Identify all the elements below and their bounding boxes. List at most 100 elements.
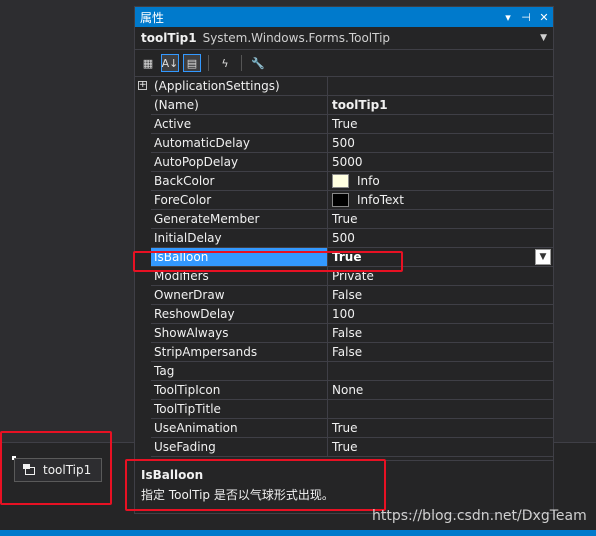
property-value[interactable]: False <box>328 343 553 362</box>
property-value-text: True <box>332 117 358 131</box>
property-name: OwnerDraw <box>151 286 328 305</box>
row-gutter <box>135 438 151 457</box>
categorized-icon[interactable]: ▦ <box>139 54 157 72</box>
object-type: System.Windows.Forms.ToolTip <box>202 31 391 45</box>
property-value-text: 500 <box>332 136 355 150</box>
property-row[interactable]: InitialDelay 500 <box>135 229 553 248</box>
property-value[interactable]: None <box>328 381 553 400</box>
property-value-text: toolTip1 <box>332 98 388 112</box>
row-gutter <box>135 400 151 419</box>
property-value-text: True <box>332 440 358 454</box>
row-gutter <box>135 343 151 362</box>
property-value-text: None <box>332 383 364 397</box>
property-name: (Name) <box>151 96 328 115</box>
property-value[interactable]: toolTip1 <box>328 96 553 115</box>
property-value[interactable]: InfoText <box>328 191 553 210</box>
row-gutter <box>135 419 151 438</box>
pin-icon[interactable]: ⊣ <box>517 11 535 24</box>
property-value[interactable]: Info <box>328 172 553 191</box>
row-gutter <box>135 153 151 172</box>
property-value[interactable]: 100 <box>328 305 553 324</box>
highlight-description <box>125 459 386 511</box>
property-row[interactable]: Active True <box>135 115 553 134</box>
window-position-icon[interactable]: ▾ <box>499 11 517 24</box>
alphabetical-icon[interactable]: A↓ <box>161 54 179 72</box>
property-name: BackColor <box>151 172 328 191</box>
property-value[interactable] <box>328 400 553 419</box>
color-swatch <box>332 193 349 207</box>
properties-icon[interactable]: ▤ <box>183 54 201 72</box>
row-gutter <box>135 305 151 324</box>
property-row[interactable]: UseFading True <box>135 438 553 457</box>
watermark: https://blog.csdn.net/DxgTeam <box>372 508 587 524</box>
row-gutter <box>135 381 151 400</box>
close-icon[interactable]: ✕ <box>535 11 553 24</box>
color-swatch <box>332 174 349 188</box>
property-row[interactable]: OwnerDraw False <box>135 286 553 305</box>
property-name: ToolTipTitle <box>151 400 328 419</box>
row-gutter <box>135 324 151 343</box>
property-row[interactable]: ForeColor InfoText <box>135 191 553 210</box>
property-row[interactable]: UseAnimation True <box>135 419 553 438</box>
toolbar-separator <box>208 55 209 71</box>
property-value[interactable]: True <box>328 210 553 229</box>
property-row[interactable]: ToolTipTitle <box>135 400 553 419</box>
property-value[interactable] <box>328 362 553 381</box>
properties-toolbar: ▦ A↓ ▤ ϟ 🔧 <box>135 50 553 77</box>
property-value-text: False <box>332 326 363 340</box>
property-name: ToolTipIcon <box>151 381 328 400</box>
row-gutter <box>135 134 151 153</box>
property-value-text: False <box>332 288 363 302</box>
window-title: 属性 <box>140 10 165 25</box>
row-gutter <box>135 191 151 210</box>
property-value[interactable]: True <box>328 115 553 134</box>
property-value[interactable] <box>328 77 553 96</box>
highlight-isballoon <box>133 251 403 272</box>
property-row[interactable]: StripAmpersands False <box>135 343 553 362</box>
properties-titlebar: 属性 ▾ ⊣ ✕ <box>135 7 553 27</box>
row-gutter <box>135 210 151 229</box>
property-name: UseAnimation <box>151 419 328 438</box>
property-value[interactable]: 500 <box>328 134 553 153</box>
property-name: ShowAlways <box>151 324 328 343</box>
property-row[interactable]: ToolTipIcon None <box>135 381 553 400</box>
toolbar-separator <box>241 55 242 71</box>
chevron-down-icon[interactable]: ▼ <box>540 33 547 43</box>
property-row[interactable]: + (ApplicationSettings) <box>135 77 553 96</box>
row-gutter <box>135 229 151 248</box>
property-value-text: Info <box>357 174 380 188</box>
property-row[interactable]: GenerateMember True <box>135 210 553 229</box>
expand-icon[interactable]: + <box>138 81 147 90</box>
property-name: ReshowDelay <box>151 305 328 324</box>
property-row[interactable]: ShowAlways False <box>135 324 553 343</box>
property-pages-icon[interactable]: 🔧 <box>249 54 267 72</box>
property-value[interactable]: False <box>328 324 553 343</box>
property-value[interactable]: True <box>328 438 553 457</box>
property-row[interactable]: AutoPopDelay 5000 <box>135 153 553 172</box>
property-name: Active <box>151 115 328 134</box>
property-value-text: True <box>332 212 358 226</box>
property-value[interactable]: 5000 <box>328 153 553 172</box>
property-row[interactable]: BackColor Info <box>135 172 553 191</box>
property-name: (ApplicationSettings) <box>151 77 328 96</box>
property-name: InitialDelay <box>151 229 328 248</box>
property-row[interactable]: AutomaticDelay 500 <box>135 134 553 153</box>
property-value-text: 100 <box>332 307 355 321</box>
property-value[interactable]: True <box>328 419 553 438</box>
object-name: toolTip1 <box>141 31 197 45</box>
property-value-text: 500 <box>332 231 355 245</box>
status-strip <box>0 530 596 536</box>
property-row[interactable]: Tag <box>135 362 553 381</box>
row-gutter: + <box>135 77 151 96</box>
property-name: StripAmpersands <box>151 343 328 362</box>
property-row[interactable]: ReshowDelay 100 <box>135 305 553 324</box>
property-name: AutomaticDelay <box>151 134 328 153</box>
property-value[interactable]: 500 <box>328 229 553 248</box>
property-value[interactable]: False <box>328 286 553 305</box>
property-row[interactable]: (Name) toolTip1 <box>135 96 553 115</box>
events-icon[interactable]: ϟ <box>216 54 234 72</box>
value-dropdown-icon[interactable]: ▼ <box>535 249 551 265</box>
row-gutter <box>135 362 151 381</box>
property-name: Tag <box>151 362 328 381</box>
object-selector[interactable]: toolTip1 System.Windows.Forms.ToolTip ▼ <box>135 27 553 50</box>
